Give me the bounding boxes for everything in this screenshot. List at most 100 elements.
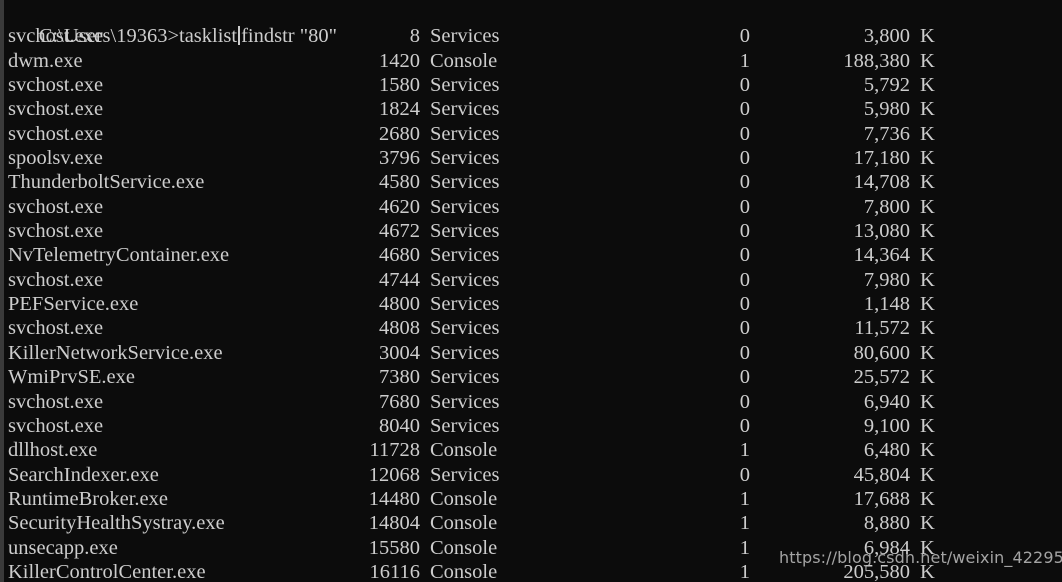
- cell-session-number: 0: [739, 293, 750, 316]
- cell-mem-unit: K: [920, 487, 935, 510]
- cell-mem-usage: 7,980: [863, 268, 910, 291]
- cell-session-name: Services: [430, 463, 500, 486]
- cell-pid: 2680: [379, 122, 420, 145]
- table-row: WmiPrvSE.exe 7380 Services 0 25,572 K: [5, 365, 1062, 389]
- cell-pid: 4680: [379, 244, 420, 267]
- cell-mem-usage: 17,688: [853, 487, 910, 510]
- prompt-command-line: C:\Users\19363>tasklist findstr "80": [5, 0, 1062, 47]
- window-left-edge: [0, 0, 4, 582]
- cell-session-name: Services: [430, 268, 500, 291]
- cell-image-name: svchost.exe: [8, 414, 104, 437]
- cell-session-name: Services: [430, 414, 500, 437]
- cell-session-name: Services: [430, 366, 500, 389]
- cell-session-number: 0: [739, 317, 750, 340]
- cell-session-name: Console: [430, 512, 498, 535]
- cell-pid: 4800: [379, 293, 420, 316]
- cell-session-name: Services: [430, 341, 500, 364]
- cell-mem-usage: 25,572: [853, 366, 910, 389]
- cell-session-name: Services: [430, 390, 500, 413]
- table-row: svchost.exe 4808 Services 0 11,572 K: [5, 316, 1062, 340]
- cell-image-name: KillerControlCenter.exe: [8, 560, 206, 582]
- cell-mem-unit: K: [920, 390, 935, 413]
- cell-image-name: svchost.exe: [8, 268, 104, 291]
- cell-pid: 3004: [379, 341, 420, 364]
- cell-image-name: svchost.exe: [8, 390, 104, 413]
- cell-image-name: ThunderboltService.exe: [8, 171, 205, 194]
- cell-pid: 4808: [379, 317, 420, 340]
- cell-pid: 4744: [379, 268, 420, 291]
- cell-pid: 15580: [368, 536, 420, 559]
- cell-image-name: svchost.exe: [8, 122, 104, 145]
- table-row: NvTelemetryContainer.exe 4680 Services 0 14,…: [5, 243, 1062, 267]
- cell-session-number: 0: [739, 74, 750, 97]
- cell-image-name: svchost.exe: [8, 317, 104, 340]
- cell-session-number: 0: [739, 25, 750, 48]
- table-row: spoolsv.exe 3796 Services 0 17,180 K: [5, 146, 1062, 170]
- cell-session-name: Services: [430, 244, 500, 267]
- cell-image-name: SearchIndexer.exe: [8, 463, 159, 486]
- cell-mem-unit: K: [920, 439, 935, 462]
- console-output-area[interactable]: C:\Users\19363>tasklist findstr "80" svch…: [5, 0, 1062, 582]
- cell-image-name: svchost.exe: [8, 98, 104, 121]
- cell-session-name: Console: [430, 439, 498, 462]
- cell-session-number: 1: [739, 49, 750, 72]
- cell-mem-unit: K: [920, 293, 935, 316]
- cell-session-name: Services: [430, 147, 500, 170]
- cell-mem-unit: K: [920, 195, 935, 218]
- cell-session-name: Services: [430, 195, 500, 218]
- cell-image-name: NvTelemetryContainer.exe: [8, 244, 230, 267]
- cell-mem-usage: 9,100: [863, 414, 910, 437]
- cell-image-name: spoolsv.exe: [8, 147, 103, 170]
- cell-mem-usage: 5,792: [863, 74, 910, 97]
- cell-session-number: 1: [739, 560, 750, 582]
- cell-mem-usage: 8,880: [863, 512, 910, 535]
- cell-mem-usage: 17,180: [853, 147, 910, 170]
- table-row: svchost.exe 8040 Services 0 9,100 K: [5, 414, 1062, 438]
- cell-session-number: 0: [739, 171, 750, 194]
- cell-mem-unit: K: [920, 268, 935, 291]
- cell-pid: 16116: [369, 560, 421, 582]
- cell-image-name: dwm.exe: [8, 49, 83, 72]
- table-row: SecurityHealthSystray.exe 14804 Console 1 8,…: [5, 511, 1062, 535]
- cell-pid: 4580: [379, 171, 420, 194]
- table-row: dwm.exe 1420 Console 1 188,380 K: [5, 49, 1062, 73]
- cell-mem-unit: K: [920, 317, 935, 340]
- cell-session-name: Console: [430, 487, 498, 510]
- cell-session-name: Services: [430, 74, 500, 97]
- cell-mem-usage: 11,572: [854, 317, 910, 340]
- cell-session-number: 1: [739, 536, 750, 559]
- cell-session-name: Services: [430, 171, 500, 194]
- cell-session-number: 1: [739, 512, 750, 535]
- cell-mem-unit: K: [920, 74, 935, 97]
- cell-mem-unit: K: [920, 147, 935, 170]
- cell-image-name: svchost.exe: [8, 25, 104, 48]
- cell-session-number: 0: [739, 98, 750, 121]
- table-row: svchost.exe 7680 Services 0 6,940 K: [5, 390, 1062, 414]
- cell-pid: 12068: [368, 463, 420, 486]
- table-row: svchost.exe 1824 Services 0 5,980 K: [5, 97, 1062, 121]
- cell-image-name: PEFService.exe: [8, 293, 139, 316]
- cell-mem-usage: 13,080: [853, 220, 910, 243]
- table-row: KillerNetworkService.exe 3004 Services 0 80,…: [5, 341, 1062, 365]
- cell-session-name: Services: [430, 317, 500, 340]
- watermark-text: https://blog.csdn.net/weixin_42295465: [779, 548, 1062, 567]
- cell-session-name: Services: [430, 293, 500, 316]
- cell-pid: 7380: [379, 366, 420, 389]
- table-row: svchost.exe 4672 Services 0 13,080 K: [5, 219, 1062, 243]
- cell-image-name: unsecapp.exe: [8, 536, 118, 559]
- cell-pid: 8: [409, 25, 420, 48]
- cell-pid: 14804: [368, 512, 420, 535]
- cell-mem-unit: K: [920, 244, 935, 267]
- cell-session-number: 0: [739, 147, 750, 170]
- cell-mem-usage: 14,708: [853, 171, 910, 194]
- cell-mem-unit: K: [920, 49, 935, 72]
- table-row: svchost.exe 4744 Services 0 7,980 K: [5, 268, 1062, 292]
- cell-mem-usage: 188,380: [843, 49, 910, 72]
- cell-pid: 11728: [369, 439, 421, 462]
- cell-mem-usage: 6,480: [863, 439, 910, 462]
- cell-pid: 1420: [379, 49, 420, 72]
- cell-session-number: 0: [739, 414, 750, 437]
- cell-mem-usage: 14,364: [853, 244, 910, 267]
- table-row: svchost.exe 2680 Services 0 7,736 K: [5, 122, 1062, 146]
- command-prompt-window[interactable]: C:\Users\19363>tasklist findstr "80" svch…: [0, 0, 1062, 582]
